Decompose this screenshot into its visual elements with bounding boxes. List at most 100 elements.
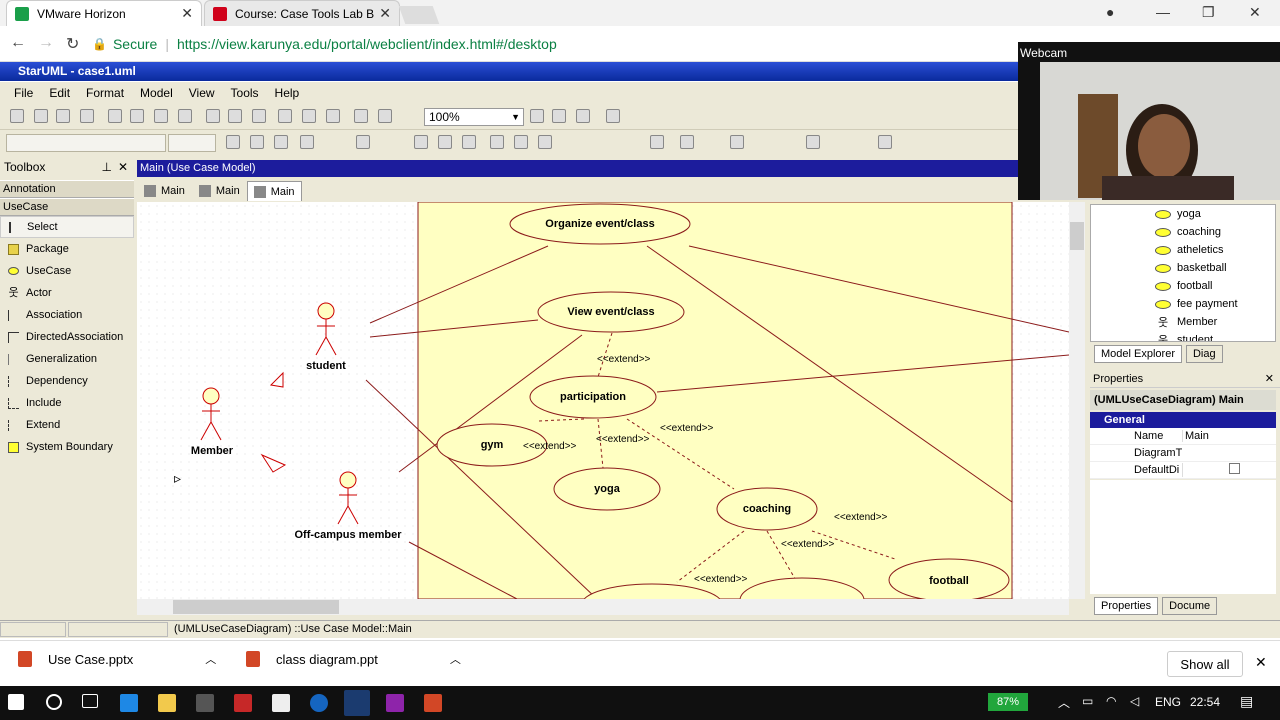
scroll-thumb[interactable] xyxy=(173,600,339,614)
align-bottom-icon[interactable] xyxy=(538,135,552,149)
usecase-view-event[interactable]: View event/class xyxy=(538,306,684,318)
size-icon[interactable] xyxy=(806,135,820,149)
zoom-out-icon[interactable] xyxy=(552,109,566,123)
tree-node[interactable]: basketball xyxy=(1091,259,1275,277)
diagram-tab-main-1[interactable]: Main xyxy=(137,181,192,201)
tool-package[interactable]: Package xyxy=(0,238,134,260)
print-icon[interactable] xyxy=(80,109,94,123)
tool-dependency[interactable]: Dependency xyxy=(0,370,134,392)
tree-node[interactable]: fee payment xyxy=(1091,295,1275,313)
redo-icon[interactable] xyxy=(228,109,242,123)
settings-icon[interactable] xyxy=(378,109,392,123)
browser-tab-vmware[interactable]: VMware Horizon ✕ xyxy=(6,0,202,26)
browser-tab-course[interactable]: Course: Case Tools Lab B ✕ xyxy=(204,0,400,26)
property-row-defaultdiagram[interactable]: DefaultDi xyxy=(1090,462,1276,479)
paste-icon[interactable] xyxy=(154,109,168,123)
scroll-thumb[interactable] xyxy=(1070,222,1084,250)
tree-node[interactable]: coaching xyxy=(1091,223,1275,241)
diagram-canvas[interactable]: student Member Off-campus member Organiz… xyxy=(137,202,1069,599)
notifications-icon[interactable]: ▤ xyxy=(1240,693,1253,710)
tab-properties[interactable]: Properties xyxy=(1094,597,1159,615)
align-right-icon[interactable] xyxy=(462,135,476,149)
actor-off-campus-member[interactable]: Off-campus member xyxy=(277,529,419,541)
chevron-up-icon[interactable]: ︿ xyxy=(205,651,216,667)
property-row-name[interactable]: Name Main xyxy=(1090,428,1276,445)
task-view-icon[interactable] xyxy=(82,694,98,708)
tab-documentation[interactable]: Docume xyxy=(1162,597,1218,615)
close-icon[interactable]: ✕ xyxy=(379,5,391,22)
clock[interactable]: 22:54 xyxy=(1190,695,1220,709)
mail-icon[interactable] xyxy=(272,694,290,712)
undo-icon[interactable] xyxy=(206,109,220,123)
group-icon[interactable] xyxy=(650,135,664,149)
usecase-coaching[interactable]: coaching xyxy=(717,503,817,515)
tool-system-boundary[interactable]: System Boundary xyxy=(0,436,134,458)
tree-node[interactable]: football xyxy=(1091,277,1275,295)
find-icon[interactable] xyxy=(252,109,266,123)
windows-start-icon[interactable] xyxy=(8,694,24,710)
line-style-icon[interactable] xyxy=(300,135,314,149)
close-window-icon[interactable]: ✕ xyxy=(1249,4,1261,21)
diagram-icon[interactable] xyxy=(326,109,340,123)
cut-icon[interactable] xyxy=(108,109,122,123)
new-tab-button[interactable] xyxy=(398,6,440,24)
copy-icon[interactable] xyxy=(130,109,144,123)
restore-icon[interactable]: ❐ xyxy=(1202,4,1215,21)
refresh-icon[interactable] xyxy=(606,109,620,123)
connect-icon[interactable] xyxy=(878,135,892,149)
tree-node[interactable]: 웃 Member xyxy=(1091,313,1275,331)
pen-icon[interactable] xyxy=(250,135,264,149)
app-icon[interactable] xyxy=(234,694,252,712)
language-indicator[interactable]: ENG xyxy=(1155,695,1181,709)
tree-node[interactable]: 웃 student xyxy=(1091,331,1275,341)
chevron-up-icon[interactable]: ︿ xyxy=(1058,694,1070,711)
cortana-icon[interactable] xyxy=(46,694,62,710)
menu-model[interactable]: Model xyxy=(140,86,173,100)
tab-model-explorer[interactable]: Model Explorer xyxy=(1094,345,1182,363)
align-top-icon[interactable] xyxy=(490,135,504,149)
properties-group-general[interactable]: General xyxy=(1090,412,1276,428)
download-item-class-diagram[interactable]: class diagram.ppt ︿ xyxy=(246,651,461,667)
tool-actor[interactable]: 웃 Actor xyxy=(0,282,134,304)
zoom-in-icon[interactable] xyxy=(530,109,544,123)
align-middle-icon[interactable] xyxy=(514,135,528,149)
back-icon[interactable]: ← xyxy=(10,34,26,52)
font-icon[interactable] xyxy=(226,135,240,149)
layout-icon[interactable] xyxy=(278,109,292,123)
chevron-up-icon[interactable]: ︿ xyxy=(450,651,461,667)
align-center-icon[interactable] xyxy=(438,135,452,149)
close-icon[interactable]: ✕ xyxy=(1255,654,1267,671)
font-size-combo[interactable] xyxy=(168,134,216,152)
actor-student[interactable]: student xyxy=(287,360,365,372)
profile-icon[interactable]: ● xyxy=(1106,4,1114,20)
usecase-participation[interactable]: participation xyxy=(530,391,656,403)
diagram-tab-main-3[interactable]: Main xyxy=(246,181,302,201)
front-icon[interactable] xyxy=(680,135,694,149)
battery-indicator[interactable]: 87% xyxy=(988,693,1028,711)
canvas-vertical-scrollbar[interactable] xyxy=(1069,202,1085,599)
l-app-icon[interactable] xyxy=(120,694,138,712)
image-icon[interactable] xyxy=(354,109,368,123)
property-row-diagramtype[interactable]: DiagramT xyxy=(1090,445,1276,462)
menu-file[interactable]: File xyxy=(14,86,33,100)
actor-member[interactable]: Member xyxy=(173,445,251,457)
tab-diagram-explorer[interactable]: Diag xyxy=(1185,345,1223,363)
canvas-horizontal-scrollbar[interactable] xyxy=(137,599,1069,615)
align-left-icon[interactable] xyxy=(414,135,428,149)
battery-icon[interactable]: ▭ xyxy=(1082,694,1093,708)
menu-format[interactable]: Format xyxy=(86,86,124,100)
usecase-football[interactable]: football xyxy=(889,575,1009,587)
tool-select[interactable]: Select xyxy=(0,216,134,238)
toolbox-group-usecase[interactable]: UseCase xyxy=(0,198,134,216)
tree-node[interactable]: atheletics xyxy=(1091,241,1275,259)
delete-icon[interactable] xyxy=(178,109,192,123)
close-icon[interactable]: ✕ xyxy=(118,160,128,174)
line-color-icon[interactable] xyxy=(356,135,370,149)
tool-include[interactable]: Include xyxy=(0,392,134,414)
diagram-tab-main-2[interactable]: Main xyxy=(192,181,247,201)
tool-usecase[interactable]: UseCase xyxy=(0,260,134,282)
system-boundary[interactable] xyxy=(417,202,1013,599)
menu-view[interactable]: View xyxy=(189,86,215,100)
zoom-fit-icon[interactable] xyxy=(576,109,590,123)
distribute-icon[interactable] xyxy=(730,135,744,149)
